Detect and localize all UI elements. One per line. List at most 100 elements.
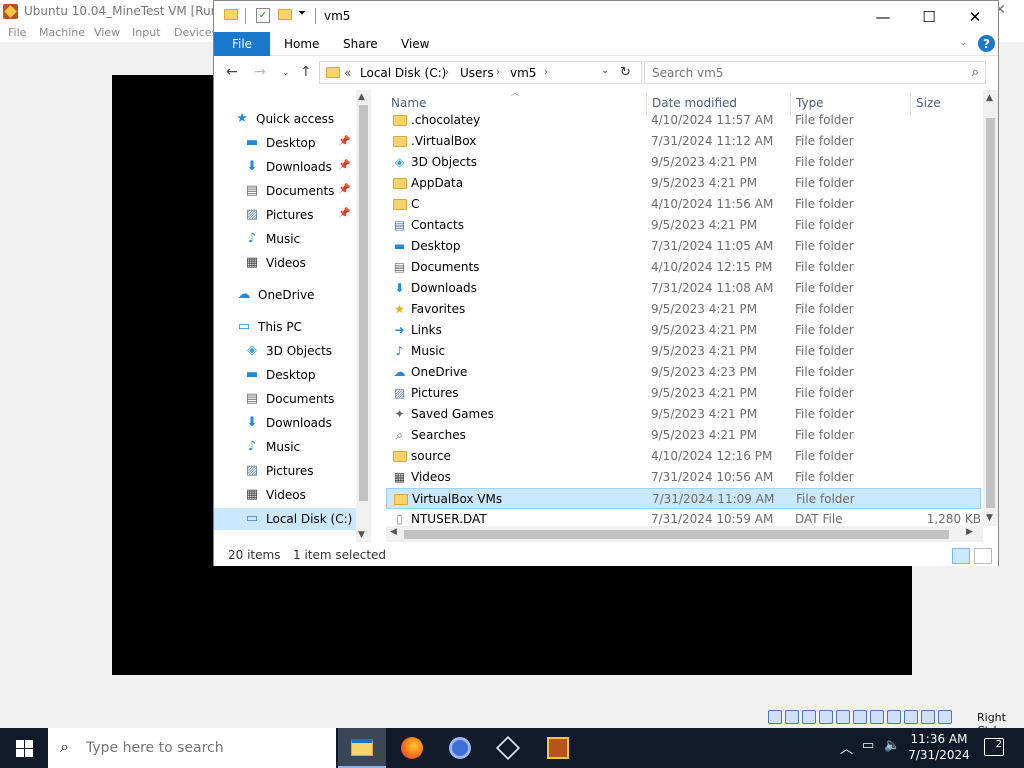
pin-icon[interactable]: 📌 — [338, 160, 350, 171]
up-arrow-icon[interactable]: ↑ — [300, 64, 312, 80]
new-folder-icon[interactable] — [278, 9, 292, 23]
nav-pc-documents[interactable]: ▤ Documents — [244, 388, 335, 410]
vbox-menu-machine[interactable]: Machine — [39, 26, 85, 39]
properties-icon[interactable]: ✓ — [256, 8, 270, 23]
taskbar-chrome[interactable] — [436, 728, 484, 768]
optical-drive-icon[interactable] — [785, 710, 799, 724]
nav-pc-pictures[interactable]: ▨ Pictures — [244, 460, 314, 482]
show-hidden-icons-icon[interactable]: ︿ — [840, 738, 853, 757]
column-header-name[interactable]: Name — [391, 96, 426, 110]
nav-pc-videos[interactable]: ▦ Videos — [244, 484, 306, 506]
customize-quick-access-icon[interactable]: ⏷ — [298, 8, 306, 19]
refresh-icon[interactable]: ↻ — [620, 65, 631, 80]
nav-qa-music[interactable]: ♪ Music — [244, 228, 300, 250]
forward-arrow-icon[interactable]: → — [254, 64, 266, 80]
vbox-menu-devices[interactable]: Devices — [174, 26, 217, 39]
tab-file[interactable]: File — [214, 32, 270, 56]
shared-folders-icon[interactable] — [853, 710, 867, 724]
table-row[interactable]: ▤ Contacts 9/5/2023 4:21 PM File folder — [386, 215, 981, 236]
search-icon[interactable]: ⌕ — [972, 65, 979, 80]
scrollbar-thumb[interactable] — [986, 118, 995, 508]
address-bar[interactable]: « Local Disk (C:) › Users › vm5 › ⌄ — [319, 61, 642, 84]
recent-locations-icon[interactable]: ⌄ — [282, 68, 290, 78]
table-row[interactable]: ▨ Pictures 9/5/2023 4:21 PM File folder — [386, 383, 981, 404]
chevron-right-icon[interactable]: › — [544, 67, 548, 78]
table-row[interactable]: AppData 9/5/2023 4:21 PM File folder — [386, 173, 981, 194]
nav-qa-videos[interactable]: ▦ Videos — [244, 252, 306, 274]
table-row[interactable]: ☁ OneDrive 9/5/2023 4:23 PM File folder — [386, 362, 981, 383]
audio-icon[interactable] — [802, 710, 816, 724]
nav-pc-desktop[interactable]: ▬ Desktop — [244, 364, 316, 386]
scroll-up-icon[interactable]: ▲ — [358, 92, 365, 102]
network-icon[interactable]: ▭ — [862, 738, 874, 753]
mouse-integration-icon[interactable] — [921, 710, 935, 724]
scroll-left-icon[interactable]: ◀ — [390, 527, 397, 537]
display-icon[interactable] — [870, 710, 884, 724]
taskbar-file-explorer[interactable] — [338, 728, 386, 768]
vbox-menu-view[interactable]: View — [94, 26, 120, 39]
nav-pc-downloads[interactable]: ⬇ Downloads — [244, 412, 332, 434]
table-row[interactable]: ★ Favorites 9/5/2023 4:21 PM File folder — [386, 299, 981, 320]
large-icons-view-icon[interactable] — [974, 548, 992, 564]
breadcrumb-overflow[interactable]: « — [344, 66, 351, 80]
nav-qa-desktop[interactable]: ▬ Desktop 📌 — [244, 132, 356, 154]
table-row[interactable]: .VirtualBox 7/31/2024 11:12 AM File folder — [386, 131, 981, 152]
table-row[interactable]: ➜ Links 9/5/2023 4:21 PM File folder — [386, 320, 981, 341]
nav-pc-music[interactable]: ♪ Music — [244, 436, 300, 458]
pin-icon[interactable]: 📌 — [338, 184, 350, 195]
scroll-down-icon[interactable]: ▼ — [986, 513, 993, 523]
scroll-up-icon[interactable]: ▲ — [986, 93, 993, 103]
nav-pc-local-disk[interactable]: ▭ Local Disk (C:) — [214, 508, 356, 530]
table-row[interactable]: ▤ Documents 4/10/2024 12:15 PM File folder — [386, 257, 981, 278]
nav-pane-scrollbar[interactable]: ▲ ▼ — [356, 90, 371, 542]
breadcrumb-vm5[interactable]: vm5 — [510, 66, 536, 80]
vbox-menu-input[interactable]: Input — [132, 26, 160, 39]
breadcrumb-users[interactable]: Users — [460, 66, 494, 80]
scroll-right-icon[interactable]: ▶ — [966, 527, 973, 537]
taskbar-minetest-vm[interactable] — [534, 728, 582, 768]
taskbar-firefox[interactable] — [388, 728, 436, 768]
volume-muted-icon[interactable]: 🔈 — [884, 738, 900, 753]
taskbar-search[interactable]: ⌕ — [48, 728, 336, 768]
expand-ribbon-icon[interactable]: ⌄ — [959, 37, 967, 48]
help-icon[interactable]: ? — [978, 35, 995, 52]
search-box[interactable]: ⌕ — [644, 61, 986, 84]
details-view-icon[interactable] — [952, 548, 970, 564]
taskbar-virtualbox[interactable] — [484, 728, 532, 768]
cpu-icon[interactable] — [904, 710, 918, 724]
notification-center-icon[interactable]: 2 — [984, 738, 1004, 756]
table-row[interactable]: ◈ 3D Objects 9/5/2023 4:21 PM File folder — [386, 152, 981, 173]
nav-qa-pictures[interactable]: ▨ Pictures 📌 — [244, 204, 356, 226]
tab-home[interactable]: Home — [284, 37, 319, 51]
keyboard-icon[interactable] — [938, 710, 952, 724]
chevron-right-icon[interactable]: › — [496, 67, 500, 78]
minimize-icon[interactable]: — — [860, 1, 906, 32]
scrollbar-thumb[interactable] — [404, 530, 949, 539]
scroll-down-icon[interactable]: ▼ — [358, 530, 365, 540]
pin-icon[interactable]: 📌 — [338, 136, 350, 147]
network-icon[interactable] — [819, 710, 833, 724]
chevron-down-icon[interactable]: ⌄ — [601, 65, 609, 76]
pin-icon[interactable]: 📌 — [338, 208, 350, 219]
nav-pc-3d-objects[interactable]: ◈ 3D Objects — [244, 340, 332, 362]
file-list-vscrollbar[interactable]: ▲ ▼ — [983, 90, 998, 526]
file-list-hscrollbar[interactable]: ◀ ▶ — [386, 526, 983, 542]
column-header-size[interactable]: Size — [916, 96, 941, 110]
nav-this-pc[interactable]: ▭ This PC — [236, 316, 302, 338]
table-row[interactable]: ♪ Music 9/5/2023 4:21 PM File folder — [386, 341, 981, 362]
table-row[interactable]: VirtualBox VMs 7/31/2024 11:09 AM File fol… — [386, 488, 981, 509]
tab-share[interactable]: Share — [343, 37, 378, 51]
nav-qa-documents[interactable]: ▤ Documents 📌 — [244, 180, 356, 202]
taskbar-search-input[interactable] — [86, 737, 326, 759]
tab-view[interactable]: View — [401, 37, 429, 51]
table-row[interactable]: .chocolatey 4/10/2024 11:57 AM File folder — [386, 110, 981, 131]
column-header-type[interactable]: Type — [796, 96, 824, 110]
vbox-menu-file[interactable]: File — [8, 26, 26, 39]
start-button[interactable] — [0, 728, 48, 768]
maximize-icon[interactable]: ☐ — [906, 1, 952, 32]
table-row[interactable]: ⌕ Searches 9/5/2023 4:21 PM File folder — [386, 425, 981, 446]
search-input[interactable] — [645, 62, 960, 83]
usb-icon[interactable] — [836, 710, 850, 724]
table-row[interactable]: ▦ Videos 7/31/2024 10:56 AM File folder — [386, 467, 981, 488]
column-header-date[interactable]: Date modified — [652, 96, 737, 110]
